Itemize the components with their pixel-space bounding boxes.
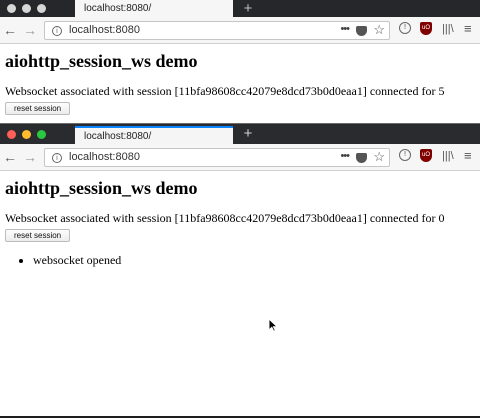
star-icon[interactable]: ☆	[373, 22, 385, 38]
arrow-left-icon[interactable]: ←	[3, 22, 17, 38]
hamburger-menu-icon[interactable]: ≡	[464, 22, 472, 36]
tab-bar: localhost:8080/ +	[0, 124, 480, 144]
close-window-button[interactable]	[7, 4, 16, 13]
star-icon[interactable]: ☆	[373, 149, 385, 165]
page-title: aiohttp_session_ws demo	[5, 178, 198, 198]
pocket-icon[interactable]	[356, 26, 367, 36]
library-icon[interactable]: |||\	[442, 149, 454, 163]
zoom-window-button[interactable]	[37, 4, 46, 13]
info-icon[interactable]: i	[52, 153, 62, 163]
info-icon[interactable]: i	[52, 26, 62, 36]
new-tab-button[interactable]: +	[241, 0, 255, 17]
ublock-icon[interactable]: uO	[420, 149, 432, 162]
tab-bar: localhost:8080/ +	[0, 0, 480, 17]
hamburger-menu-icon[interactable]: ≡	[464, 149, 472, 163]
more-icon[interactable]: •••	[340, 23, 350, 35]
page-title: aiohttp_session_ws demo	[5, 51, 198, 71]
minimize-window-button[interactable]	[22, 4, 31, 13]
reader-icon[interactable]: !	[399, 149, 411, 161]
page-content: aiohttp_session_ws demo Websocket associ…	[0, 177, 480, 267]
arrow-left-icon[interactable]: ←	[3, 149, 17, 165]
url-text[interactable]: localhost:8080	[69, 24, 140, 36]
url-bar[interactable]: i localhost:8080 ••• ☆	[44, 21, 390, 40]
navigation-toolbar: ← → i localhost:8080 ••• ☆ ! uO |||\ ≡	[0, 17, 480, 44]
library-icon[interactable]: |||\	[442, 22, 454, 36]
close-window-button[interactable]	[7, 130, 16, 139]
session-status: Websocket associated with session [11bfa…	[5, 84, 445, 98]
url-bar[interactable]: i localhost:8080 ••• ☆	[44, 148, 390, 167]
pocket-icon[interactable]	[356, 153, 367, 163]
navigation-toolbar: ← → i localhost:8080 ••• ☆ ! uO |||\ ≡	[0, 144, 480, 171]
message-list: websocket opened	[5, 253, 475, 267]
tab-title: localhost:8080/	[84, 3, 152, 14]
reader-icon[interactable]: !	[399, 22, 411, 34]
arrow-right-icon[interactable]: →	[23, 149, 37, 165]
reset-session-button[interactable]: reset session	[5, 229, 71, 242]
url-text[interactable]: localhost:8080	[69, 151, 140, 163]
mouse-pointer-icon	[268, 318, 278, 332]
browser-window-1: localhost:8080/ + ← → i localhost:8080 •…	[0, 0, 480, 123]
session-status: Websocket associated with session [11bfa…	[5, 211, 445, 225]
browser-window-2: localhost:8080/ + ← → i localhost:8080 •…	[0, 123, 480, 418]
new-tab-button[interactable]: +	[241, 124, 255, 144]
ublock-icon[interactable]: uO	[420, 22, 432, 35]
zoom-window-button[interactable]	[37, 130, 46, 139]
minimize-window-button[interactable]	[22, 130, 31, 139]
list-item: websocket opened	[33, 253, 475, 267]
page-content: aiohttp_session_ws demo Websocket associ…	[0, 50, 480, 116]
reset-session-button[interactable]: reset session	[5, 102, 71, 115]
more-icon[interactable]: •••	[340, 150, 350, 162]
tab-localhost[interactable]: localhost:8080/	[75, 0, 233, 17]
arrow-right-icon[interactable]: →	[23, 22, 37, 38]
tab-title: localhost:8080/	[84, 130, 152, 142]
tab-localhost[interactable]: localhost:8080/	[75, 126, 233, 144]
